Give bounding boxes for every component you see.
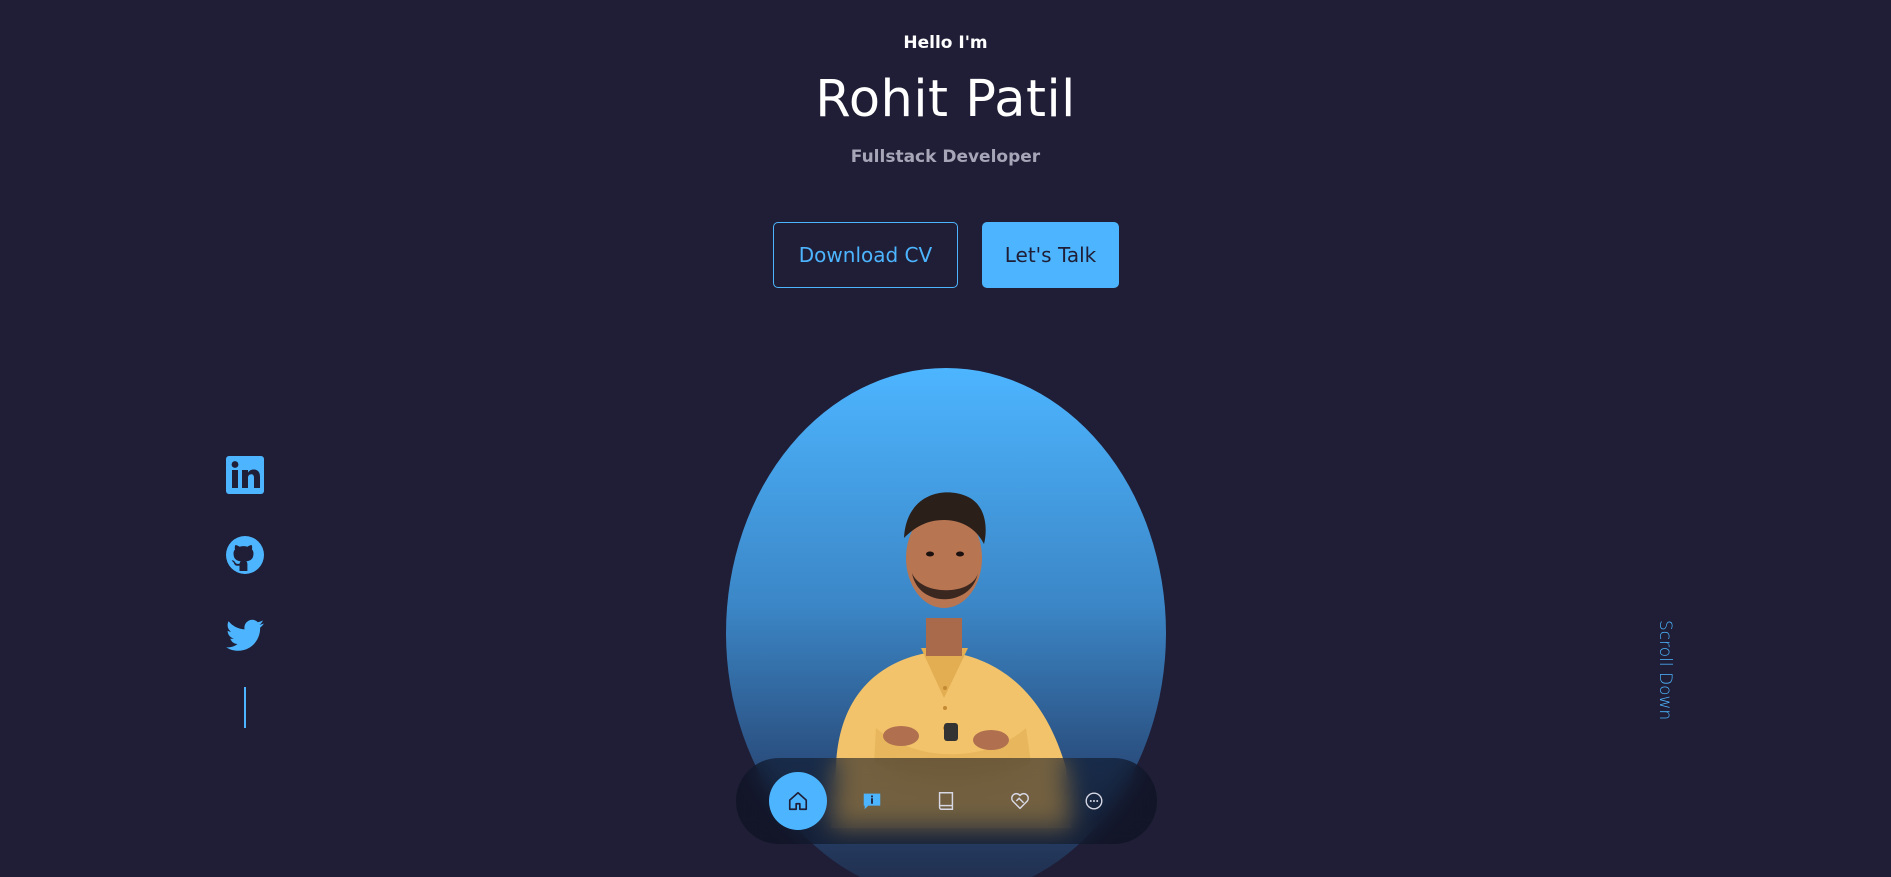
home-icon bbox=[788, 791, 808, 811]
nav-services[interactable] bbox=[991, 772, 1049, 830]
download-cv-button[interactable]: Download CV bbox=[773, 222, 958, 288]
twitter-link[interactable] bbox=[222, 612, 268, 658]
lets-talk-button[interactable]: Let's Talk bbox=[982, 222, 1119, 288]
heart-handshake-icon bbox=[1011, 792, 1029, 810]
linkedin-icon bbox=[226, 456, 264, 494]
bottom-navigation bbox=[736, 758, 1157, 844]
nav-home[interactable] bbox=[769, 772, 827, 830]
github-icon bbox=[226, 536, 264, 574]
linkedin-link[interactable] bbox=[222, 452, 268, 498]
social-divider-line bbox=[244, 687, 246, 728]
nav-about[interactable] bbox=[843, 772, 901, 830]
info-chat-icon bbox=[863, 793, 881, 810]
page: Hello I'm Rohit Patil Fullstack Develope… bbox=[0, 0, 1891, 877]
scroll-down-link[interactable]: Scroll Down bbox=[1645, 620, 1675, 726]
twitter-icon bbox=[226, 619, 264, 651]
nav-experience[interactable] bbox=[917, 772, 975, 830]
person-name: Rohit Patil bbox=[815, 70, 1076, 129]
nav-contact[interactable] bbox=[1065, 772, 1123, 830]
greeting-text: Hello I'm bbox=[903, 33, 988, 53]
social-links bbox=[222, 452, 268, 728]
book-icon bbox=[938, 792, 954, 810]
chat-bubble-icon bbox=[1085, 792, 1103, 810]
person-role: Fullstack Developer bbox=[850, 147, 1041, 167]
github-link[interactable] bbox=[222, 532, 268, 578]
